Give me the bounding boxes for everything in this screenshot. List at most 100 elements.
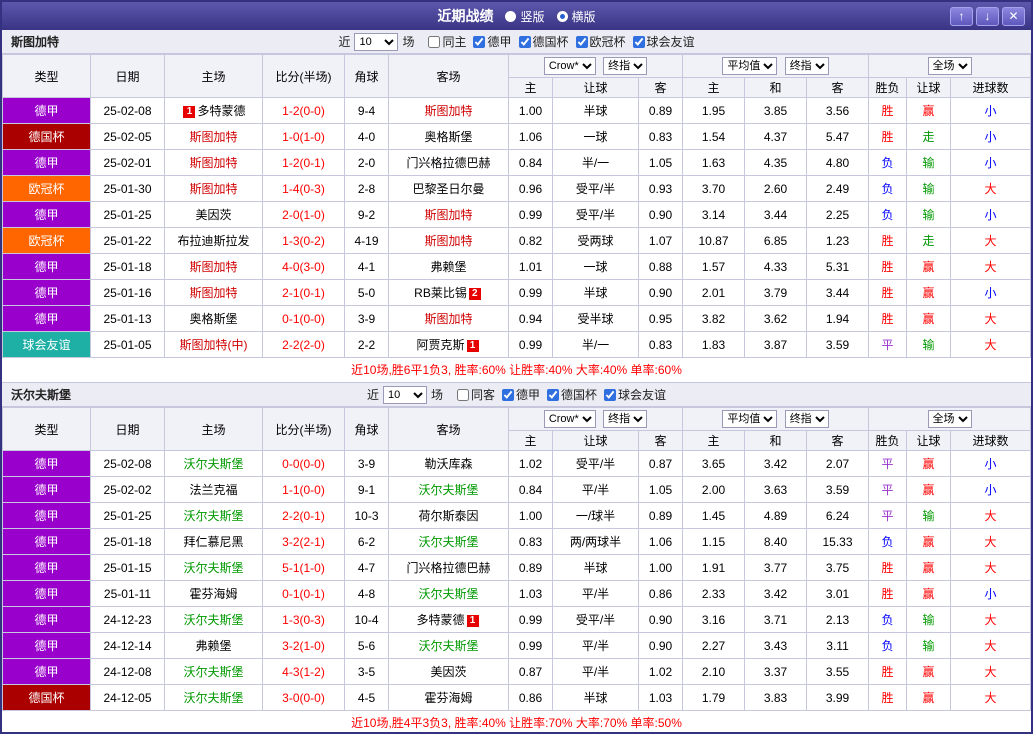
euro-company-select[interactable]: 平均值 — [722, 410, 778, 428]
handicap-result-cell: 赢 — [906, 97, 952, 124]
euro-home-odds-cell: 3.65 — [682, 450, 746, 477]
radio-horizontal-icon[interactable] — [556, 10, 568, 22]
home-team-cell: 布拉迪斯拉发 — [164, 227, 263, 254]
match-scope-select[interactable]: 全场 — [927, 57, 972, 75]
corner-cell: 4-0 — [344, 123, 389, 150]
recent-count-select[interactable]: 10 — [382, 385, 427, 404]
radio-vertical-icon[interactable] — [505, 10, 517, 22]
asian-home-odds-cell: 0.94 — [508, 305, 553, 332]
handicap-result-cell: 输 — [906, 149, 952, 176]
col-handicap-result: 让球 — [906, 430, 952, 451]
recent-count-select[interactable]: 10 — [354, 32, 399, 51]
away-team-cell: 美因茨 — [388, 658, 509, 685]
away-team-cell: 荷尔斯泰因 — [388, 502, 509, 529]
filter-checkbox[interactable] — [428, 35, 441, 48]
euro-index-select[interactable]: 终指 — [784, 410, 829, 428]
euro-away-odds-cell: 3.55 — [806, 658, 870, 685]
asian-home-odds-cell: 0.96 — [508, 175, 553, 202]
league-cell: 德甲 — [2, 476, 91, 503]
up-button[interactable]: ↑ — [950, 6, 973, 26]
match-scope-select[interactable]: 全场 — [927, 410, 972, 428]
rank-badge: 1 — [183, 106, 196, 118]
team-label: 沃尔夫斯堡 — [183, 691, 244, 705]
asian-company-select[interactable]: Crow* — [543, 57, 596, 75]
filter-checkbox[interactable] — [547, 388, 560, 401]
match-row: 德甲 24-12-14 弗赖堡 3-2(1-0) 5-6 沃尔夫斯堡 0.99 平/半 0.90… — [2, 632, 1031, 659]
filter-checkbox[interactable] — [502, 388, 514, 401]
team-label: 布拉迪斯拉发 — [177, 234, 250, 248]
filter-德国杯[interactable]: 德国杯 — [547, 386, 597, 403]
filter-checkbox[interactable] — [604, 388, 617, 401]
result-cell: 胜 — [868, 658, 908, 685]
filter-德甲[interactable]: 德甲 — [473, 33, 512, 50]
team-label: 美因茨 — [195, 208, 232, 222]
filter-checkbox[interactable] — [518, 35, 531, 48]
filter-德甲[interactable]: 德甲 — [502, 386, 540, 403]
over-under-cell: 大 — [950, 502, 1031, 529]
asian-home-odds-cell: 0.84 — [508, 476, 553, 503]
date-cell: 25-02-01 — [90, 149, 165, 176]
match-row: 欧冠杯 25-01-30 斯图加特 1-4(0-3) 2-8 巴黎圣日尔曼 0.96 受平/半… — [2, 175, 1031, 202]
euro-draw-odds-cell: 4.89 — [744, 502, 808, 529]
asian-away-odds-cell: 0.88 — [637, 253, 684, 280]
col-handicap-result: 让球 — [906, 77, 952, 98]
filter-同客[interactable]: 同客 — [456, 386, 495, 403]
titlebar-center: 近期战绩 竖版 横版 — [2, 6, 1031, 26]
euro-draw-odds-cell: 3.62 — [744, 305, 808, 332]
score-cell: 0-1(0-0) — [262, 305, 345, 332]
layout-option-horizontal[interactable]: 横版 — [556, 8, 596, 25]
match-row: 德甲 25-01-15 沃尔夫斯堡 5-1(1-0) 4-7 门兴格拉德巴赫 0.89 半球 1… — [2, 554, 1031, 581]
over-under-cell: 小 — [950, 123, 1031, 150]
filter-checkbox[interactable] — [456, 388, 469, 401]
euro-index-select[interactable]: 终指 — [784, 57, 829, 75]
close-button[interactable]: ✕ — [1002, 6, 1025, 26]
date-cell: 24-12-14 — [90, 632, 165, 659]
filter-德国杯[interactable]: 德国杯 — [518, 33, 569, 50]
asian-line-cell: 半球 — [552, 279, 639, 306]
match-row: 球会友谊 25-01-05 斯图加特(中) 2-2(2-0) 2-2 阿贾克斯 1 0.99 半… — [2, 331, 1031, 358]
team-label: 多特蒙德 — [416, 613, 465, 627]
filter-checkbox[interactable] — [632, 35, 645, 48]
col-asian-away: 客 — [637, 77, 684, 98]
asian-away-odds-cell: 1.05 — [637, 476, 684, 503]
team-label: 沃尔夫斯堡 — [183, 509, 244, 523]
filter-checkbox[interactable] — [575, 35, 588, 48]
result-cell: 平 — [868, 476, 908, 503]
home-team-cell: 沃尔夫斯堡 — [164, 684, 263, 711]
filter-同主[interactable]: 同主 — [428, 33, 466, 50]
col-euro-draw: 和 — [744, 77, 808, 98]
col-asian-home: 主 — [508, 77, 553, 98]
away-team-cell: 多特蒙德 1 — [388, 606, 509, 633]
filter-球会友谊[interactable]: 球会友谊 — [632, 33, 695, 50]
asian-home-odds-cell: 1.03 — [508, 580, 553, 607]
filter-checkbox[interactable] — [473, 35, 486, 48]
euro-away-odds-cell: 3.99 — [806, 684, 870, 711]
euro-home-odds-cell: 3.70 — [682, 175, 746, 202]
asian-company-select[interactable]: Crow* — [543, 410, 596, 428]
match-row: 德甲 25-02-02 法兰克福 1-1(0-0) 9-1 沃尔夫斯堡 0.84 平/半 1.0… — [2, 476, 1031, 503]
scope-group: 全场 — [868, 54, 1031, 78]
asian-away-odds-cell: 0.83 — [637, 331, 684, 358]
euro-draw-odds-cell: 4.37 — [744, 123, 808, 150]
euro-company-select[interactable]: 平均值 — [722, 57, 778, 75]
result-cell: 平 — [868, 331, 908, 358]
team-label: 门兴格拉德巴赫 — [406, 156, 491, 170]
home-team-cell: 斯图加特 — [164, 175, 263, 202]
over-under-cell: 小 — [950, 450, 1031, 477]
euro-draw-odds-cell: 3.77 — [744, 554, 808, 581]
away-team-cell: 门兴格拉德巴赫 — [388, 554, 509, 581]
handicap-result-cell: 输 — [906, 606, 952, 633]
euro-home-odds-cell: 3.16 — [682, 606, 746, 633]
team-label: 沃尔夫斯堡 — [183, 613, 244, 627]
asian-index-select[interactable]: 终指 — [603, 410, 648, 428]
asian-index-select[interactable]: 终指 — [603, 57, 648, 75]
filter-球会友谊[interactable]: 球会友谊 — [604, 386, 666, 403]
col-corner: 角球 — [344, 54, 389, 98]
asian-home-odds-cell: 0.99 — [508, 201, 553, 228]
down-button[interactable]: ↓ — [976, 6, 999, 26]
layout-option-vertical[interactable]: 竖版 — [505, 8, 545, 25]
filter-欧冠杯[interactable]: 欧冠杯 — [575, 33, 626, 50]
asian-away-odds-cell: 0.89 — [637, 502, 684, 529]
date-cell: 25-01-13 — [90, 305, 165, 332]
asian-odds-group: Crow* 终指 — [507, 407, 684, 431]
